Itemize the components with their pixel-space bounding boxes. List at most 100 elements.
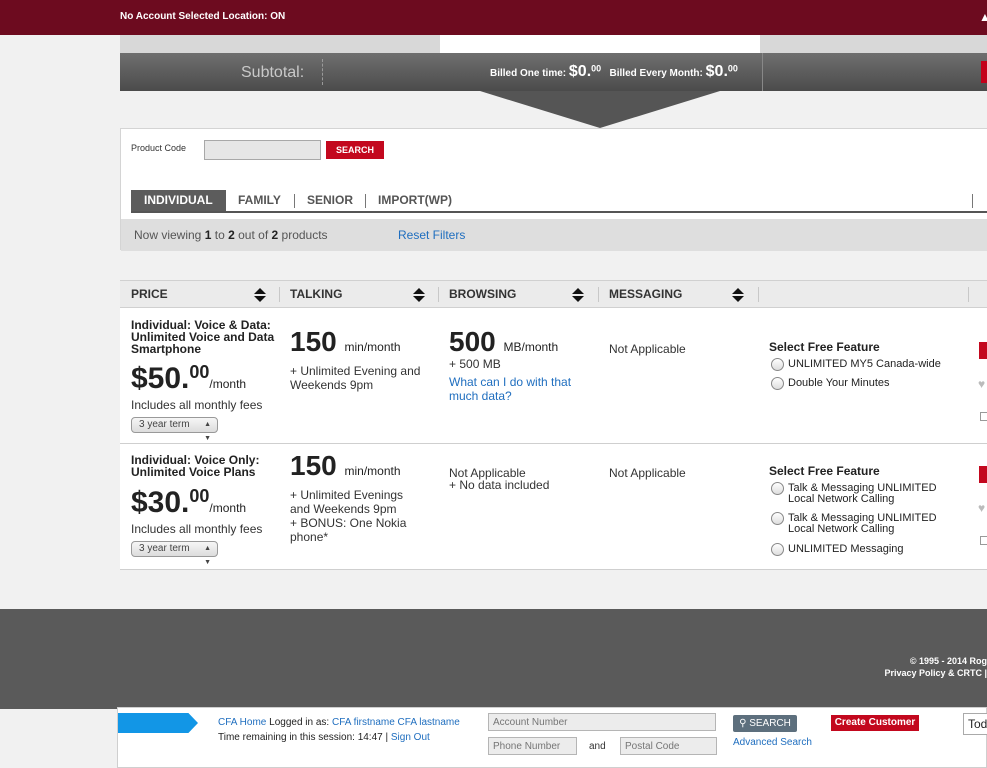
feature-option-label: Talk & Messaging UNLIMITED Local Network… xyxy=(788,482,937,505)
product-code-input[interactable] xyxy=(204,140,321,160)
talk-minutes: 150 min/month xyxy=(290,450,401,482)
copyright-text: © 1995 - 2014 Rog xyxy=(909,656,987,666)
tab-import-wp[interactable]: IMPORT(WP) xyxy=(378,190,452,211)
talk-unit: min/month xyxy=(344,340,401,354)
radio-button[interactable] xyxy=(771,482,784,495)
results-total: 2 xyxy=(271,228,279,242)
tab-individual[interactable]: INDIVIDUAL xyxy=(131,190,226,211)
plan-price: $50.00/month xyxy=(131,362,246,396)
header-divider xyxy=(279,287,280,302)
header-tab-row xyxy=(120,35,987,53)
results-suffix: products xyxy=(281,228,328,242)
compare-checkbox[interactable] xyxy=(980,412,987,421)
feature-option-label: Talk & Messaging UNLIMITED Local Network… xyxy=(788,512,937,535)
header-messaging[interactable]: MESSAGING xyxy=(609,281,682,308)
billed-once-label: Billed One time: xyxy=(490,68,567,79)
product-search-button[interactable]: SEARCH xyxy=(326,141,384,159)
tab-senior[interactable]: SENIOR xyxy=(307,190,353,211)
tab-family[interactable]: FAMILY xyxy=(238,190,281,211)
search-icon: ⚲ xyxy=(739,718,747,729)
cart-icon[interactable]: ▲ xyxy=(979,10,987,22)
cfa-home-link[interactable]: CFA Home xyxy=(218,717,266,728)
header-talking[interactable]: TALKING xyxy=(290,281,342,308)
plan-name: Individual: Voice & Data: Unlimited Voic… xyxy=(131,318,275,356)
add-to-cart-button[interactable] xyxy=(979,342,987,359)
data-info-link[interactable]: What can I do with that much data? xyxy=(449,375,589,403)
plan-name: Individual: Voice Only: Unlimited Voice … xyxy=(131,453,260,479)
billed-monthly-amount: $0. xyxy=(705,63,728,80)
customer-search-button[interactable]: ⚲ SEARCH xyxy=(733,715,797,732)
arrow-icon xyxy=(118,713,198,733)
billed-once-cents: 00 xyxy=(591,63,602,74)
separator: | xyxy=(385,732,389,743)
advanced-search-link[interactable]: Advanced Search xyxy=(733,737,812,748)
agent-session-bar: CFA Home Logged in as: CFA firstname CFA… xyxy=(117,707,987,768)
results-to-word: to xyxy=(214,228,225,242)
sort-browsing-icon[interactable] xyxy=(572,288,584,302)
sort-price-icon[interactable] xyxy=(254,288,266,302)
results-out-of-word: out of xyxy=(238,228,269,242)
sign-out-link[interactable]: Sign Out xyxy=(391,732,430,743)
table-row: Individual: Voice Only: Unlimited Voice … xyxy=(120,444,987,570)
talk-bonus: + BONUS: One Nokia phone* xyxy=(290,516,407,544)
session-time-line: Time remaining in this session: 14:47 | … xyxy=(218,732,430,743)
select-arrows-icon: ▲ ▼ xyxy=(204,421,211,442)
table-row: Individual: Voice & Data: Unlimited Voic… xyxy=(120,309,987,444)
top-bar: No Account Selected Location: ON ▲ xyxy=(0,0,987,35)
sort-messaging-icon[interactable] xyxy=(732,288,744,302)
create-customer-button[interactable]: Create Customer xyxy=(831,715,919,731)
user-name-link[interactable]: CFA firstname CFA lastname xyxy=(332,717,460,728)
feature-option-label: UNLIMITED MY5 Canada-wide xyxy=(788,358,941,370)
account-status: No Account Selected Location: ON xyxy=(120,11,286,22)
free-feature-title: Select Free Feature xyxy=(769,464,880,478)
account-number-input[interactable] xyxy=(488,713,716,731)
sort-talking-icon[interactable] xyxy=(413,288,425,302)
header-price[interactable]: PRICE xyxy=(131,281,168,308)
radio-button[interactable] xyxy=(771,512,784,525)
term-value: 3 year term xyxy=(139,543,190,554)
todo-button[interactable]: Tod xyxy=(963,713,987,735)
page-footer: © 1995 - 2014 Rog Privacy Policy & CRTC … xyxy=(0,609,987,709)
talk-extra: + Unlimited Evening and Weekends 9pm xyxy=(290,364,421,392)
talk-extra: + Unlimited Evenings and Weekends 9pm xyxy=(290,488,404,516)
logged-in-label: Logged in as: xyxy=(269,717,330,728)
favorite-icon[interactable]: ♥ xyxy=(978,501,987,513)
tab-divider xyxy=(972,194,973,208)
postal-code-input[interactable] xyxy=(620,737,717,755)
term-select[interactable]: 3 year term ▲ ▼ xyxy=(131,417,218,442)
add-to-cart-button[interactable] xyxy=(979,466,987,483)
price-period: /month xyxy=(209,501,247,515)
feature-option-label: Double Your Minutes xyxy=(788,377,890,389)
term-select[interactable]: 3 year term ▲ ▼ xyxy=(131,541,218,566)
price-period: /month xyxy=(209,377,247,391)
header-divider xyxy=(968,287,969,302)
results-prefix: Now viewing xyxy=(134,228,202,242)
free-feature-title: Select Free Feature xyxy=(769,340,880,354)
radio-button[interactable] xyxy=(771,358,784,371)
footer-links[interactable]: Privacy Policy & CRTC | xyxy=(877,667,987,679)
customer-search-label: SEARCH xyxy=(749,718,791,729)
header-tab-active[interactable] xyxy=(440,35,760,53)
talk-unit: min/month xyxy=(344,464,401,478)
favorite-icon[interactable]: ♥ xyxy=(978,377,987,389)
header-browsing[interactable]: BROWSING xyxy=(449,281,516,308)
radio-button[interactable] xyxy=(771,377,784,390)
plan-includes: Includes all monthly fees xyxy=(131,398,263,412)
checkout-button[interactable] xyxy=(981,61,987,83)
time-remaining-value: 14:47 xyxy=(357,732,383,743)
tabs-underline xyxy=(131,211,987,213)
messaging-value: Not Applicable xyxy=(609,466,686,480)
product-search-panel: Product Code SEARCH INDIVIDUAL FAMILY SE… xyxy=(120,128,987,251)
radio-button[interactable] xyxy=(771,543,784,556)
time-remaining-label: Time remaining in this session: xyxy=(218,732,355,743)
tab-divider xyxy=(365,194,366,208)
phone-number-input[interactable] xyxy=(488,737,577,755)
reset-filters-link[interactable]: Reset Filters xyxy=(398,228,465,242)
feature-option-label: UNLIMITED Messaging xyxy=(788,543,904,555)
compare-checkbox[interactable] xyxy=(980,536,987,545)
select-arrows-icon: ▲ ▼ xyxy=(204,545,211,566)
results-from: 1 xyxy=(204,228,212,242)
plan-includes: Includes all monthly fees xyxy=(131,522,263,536)
messaging-value: Not Applicable xyxy=(609,342,686,356)
footer-text: © 1995 - 2014 Rog Privacy Policy & CRTC … xyxy=(877,655,987,679)
